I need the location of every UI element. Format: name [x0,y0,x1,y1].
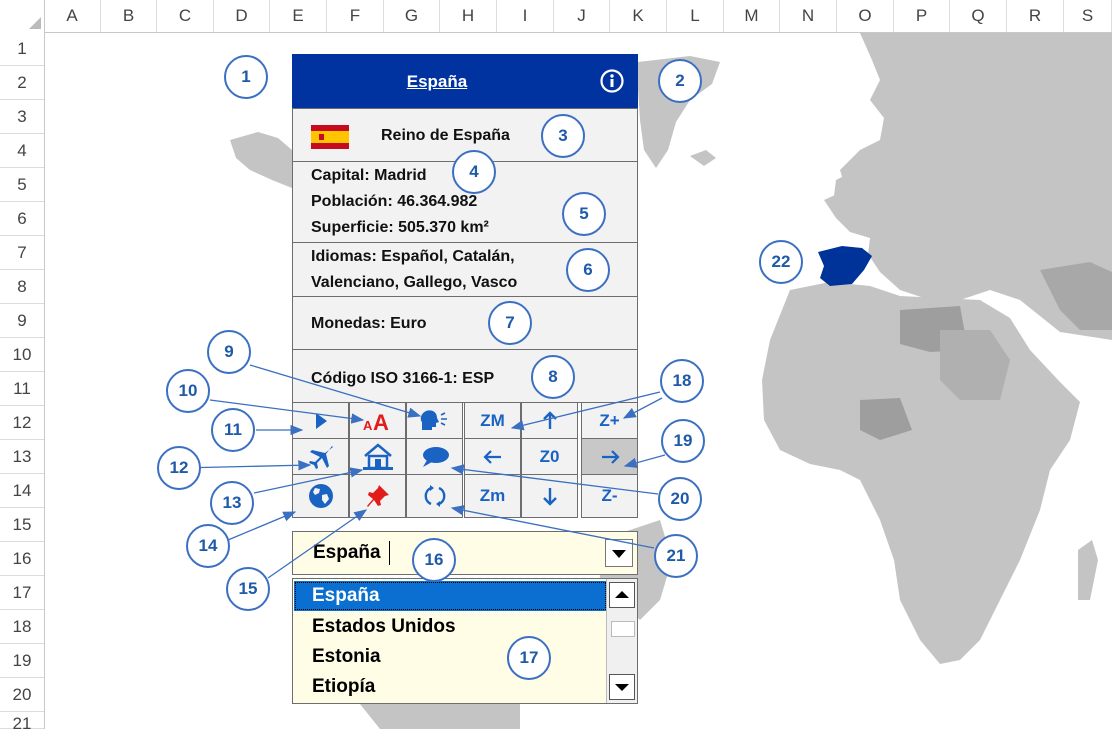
callout-20: 20 [658,477,702,521]
callout-8: 8 [531,355,575,399]
callout-6: 6 [566,248,610,292]
callout-5: 5 [562,192,606,236]
callout-18: 18 [660,359,704,403]
callout-22: 22 [759,240,803,284]
callout-3: 3 [541,114,585,158]
callout-7: 7 [488,301,532,345]
callout-11: 11 [211,408,255,452]
callout-19: 19 [661,419,705,463]
callout-1: 1 [224,55,268,99]
callout-14: 14 [186,524,230,568]
callout-15: 15 [226,567,270,611]
callout-9: 9 [207,330,251,374]
callout-12: 12 [157,446,201,490]
callout-21: 21 [654,534,698,578]
callout-2: 2 [658,59,702,103]
callout-17: 17 [507,636,551,680]
callout-4: 4 [452,150,496,194]
callout-10: 10 [166,369,210,413]
callout-16: 16 [412,538,456,582]
callout-13: 13 [210,481,254,525]
